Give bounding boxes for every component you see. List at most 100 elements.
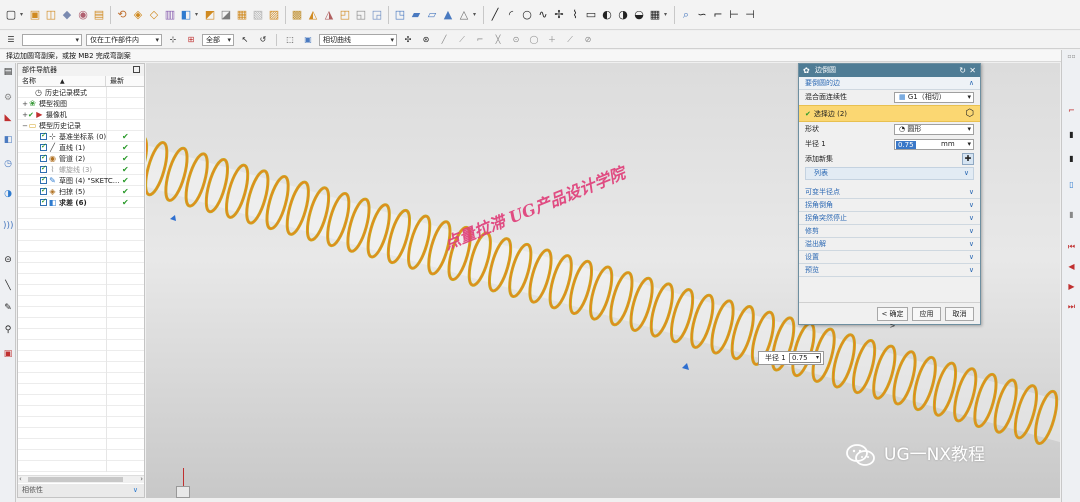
list-section[interactable]: 列表 ∨	[805, 167, 974, 180]
tree-node[interactable]: ⌇ 螺旋线 (3) ✔	[18, 164, 144, 175]
project-curve-icon[interactable]: ◐	[600, 7, 614, 23]
radius-input[interactable]: 0.75 mm ▾	[894, 139, 974, 150]
scroll-thumb[interactable]	[28, 477, 123, 482]
add-new-set-button[interactable]: ✚	[962, 153, 974, 165]
reuse-library-tab-icon[interactable]: ◧	[3, 135, 13, 145]
pan-icon[interactable]: ▯	[1067, 180, 1076, 190]
curve-rule-select[interactable]: 相切曲线	[319, 33, 397, 46]
manufacturing-tab-icon[interactable]: ▣	[3, 349, 13, 359]
last-frame-icon[interactable]: ⏭	[1067, 302, 1076, 312]
scroll-right-icon[interactable]: ›	[140, 475, 143, 483]
cancel-button[interactable]: 取消	[945, 307, 974, 321]
menu-icon[interactable]: ☰	[4, 32, 18, 48]
extrude-icon[interactable]: ▤	[92, 7, 106, 23]
web-tab-icon[interactable]: )))	[3, 221, 14, 231]
sync-move-icon[interactable]: ◳	[393, 7, 407, 23]
tree-node[interactable]: ◉管道 (2) ✔	[18, 153, 144, 164]
tree-node[interactable]: ◈扫掠 (5) ✔	[18, 186, 144, 197]
maximize-icon[interactable]	[133, 66, 140, 73]
visibility-checkbox[interactable]	[40, 186, 47, 195]
collapsed-section[interactable]: 拐角倒角 ∨	[799, 199, 980, 212]
sew-icon[interactable]: ◱	[354, 7, 368, 23]
tree-node[interactable]: + ✔ ▶ 摄像机	[18, 109, 144, 120]
mirror-icon[interactable]: ◭	[306, 7, 320, 23]
snap-intersect-icon[interactable]: ╳	[491, 32, 505, 48]
prev-frame-icon[interactable]: ◀	[1067, 262, 1076, 272]
shell-icon[interactable]: ▦	[235, 7, 249, 23]
arc-icon[interactable]: ◜	[504, 7, 518, 23]
snap-on-face-icon[interactable]: ⊘	[581, 32, 595, 48]
rotate-icon[interactable]: ▮	[1067, 210, 1076, 220]
spline-icon[interactable]: ∿	[536, 7, 550, 23]
unite-icon[interactable]: ▥	[163, 7, 177, 23]
snap-mid-icon[interactable]: ⟋	[455, 32, 469, 48]
visibility-checkbox[interactable]	[40, 142, 47, 151]
zoom-icon[interactable]: ▮	[1067, 154, 1076, 164]
block-icon[interactable]: ▣	[28, 7, 42, 23]
helix-tool-icon[interactable]: ⌇	[568, 7, 582, 23]
snap-control-icon[interactable]: ⌐	[473, 32, 487, 48]
apply-button[interactable]: 应用	[912, 307, 941, 321]
filter-icon[interactable]: ↖	[238, 32, 252, 48]
follow-fillet-icon[interactable]: ⊛	[419, 32, 433, 48]
section-icon[interactable]: ⊣	[743, 7, 757, 23]
view-triad-icon[interactable]: ⌐	[1067, 106, 1076, 116]
offset-region-icon[interactable]: ▱	[425, 7, 439, 23]
history-tab-icon[interactable]: ◷	[3, 159, 13, 169]
palette-tab-icon[interactable]: ✎	[3, 303, 13, 313]
trim-body-icon[interactable]: ▨	[267, 7, 281, 23]
boss-icon[interactable]: ◇	[147, 7, 161, 23]
visibility-checkbox[interactable]	[40, 197, 47, 206]
draft-icon[interactable]: ▧	[251, 7, 265, 23]
collapsed-section[interactable]: 溢出解 ∨	[799, 238, 980, 251]
reset-icon[interactable]: ↻	[959, 64, 966, 77]
offset-face-icon[interactable]: ◮	[322, 7, 336, 23]
circle-icon[interactable]: ○	[520, 7, 534, 23]
visibility-checkbox[interactable]	[40, 131, 47, 140]
snap-quadrant-icon[interactable]: ◯	[527, 32, 541, 48]
callout-radius-input[interactable]: 0.75	[789, 353, 821, 363]
tree-node[interactable]: − ▭ 模型历史记录	[18, 120, 144, 131]
select-edge-row[interactable]: ✔ 选择边 (2) ⬡	[799, 105, 980, 122]
hole-icon[interactable]: ◈	[131, 7, 145, 23]
tree-node[interactable]: ╱ 直线 (1) ✔	[18, 142, 144, 153]
chevron-down-icon[interactable]: ▾	[967, 140, 971, 149]
tree-node[interactable]: ✎草图 (4) "SKETC...✔	[18, 175, 144, 186]
assembly-navigator-tab-icon[interactable]: ⚙	[3, 93, 13, 103]
intersect-curve-icon[interactable]: ◑	[616, 7, 630, 23]
edge-blend-icon[interactable]: ◩	[203, 7, 217, 23]
collapsed-section[interactable]: 设置 ∨	[799, 251, 980, 264]
web-browser-tab-icon[interactable]: ◑	[3, 189, 13, 199]
cylinder-icon[interactable]: ◫	[44, 7, 58, 23]
thicken-icon[interactable]: ◰	[338, 7, 352, 23]
cone-icon[interactable]: ◆	[60, 7, 74, 23]
resize-blend-icon[interactable]: △	[457, 7, 471, 23]
line-icon[interactable]: ╱	[488, 7, 502, 23]
lasso-icon[interactable]: ⬚	[283, 32, 297, 48]
bridge-curve-icon[interactable]: ▦	[648, 7, 662, 23]
dialog-title-bar[interactable]: ✿ 边倒圆 ↻ ✕	[799, 64, 980, 77]
shape-select[interactable]: ◔ 圆形	[894, 124, 974, 135]
revolve-icon[interactable]: ⟲	[115, 7, 129, 23]
tree-node[interactable]: ◧求差 (6) ✔	[18, 197, 144, 208]
continuity-select[interactable]: ▦ G1（相切）	[894, 92, 974, 103]
collapsed-section[interactable]: 修剪 ∨	[799, 225, 980, 238]
tree-node[interactable]: ◷ 历史记录模式	[18, 87, 144, 98]
snap-existing-icon[interactable]: ＋	[545, 32, 559, 48]
measure-icon[interactable]: ⊢	[727, 7, 741, 23]
gear-icon[interactable]: ✿	[803, 64, 810, 77]
analysis-icon[interactable]: ⌕	[679, 7, 693, 23]
deviation-icon[interactable]: ⌐	[711, 7, 725, 23]
snap-on-curve-icon[interactable]: ⟋	[563, 32, 577, 48]
snap-end-icon[interactable]: ╱	[437, 32, 451, 48]
type-filter-select[interactable]	[22, 33, 82, 46]
first-frame-icon[interactable]: ⏮	[1067, 242, 1076, 252]
sphere-icon[interactable]: ◉	[76, 7, 90, 23]
tree-node[interactable]: + ❀ 模型视图	[18, 98, 144, 109]
column-latest[interactable]: 最新	[106, 76, 144, 86]
next-frame-icon[interactable]: ▶	[1067, 282, 1076, 292]
close-icon[interactable]: ✕	[969, 64, 976, 77]
face-rule-icon[interactable]: ▣	[301, 32, 315, 48]
system-scene-tab-icon[interactable]: ╲	[3, 281, 13, 291]
curve-analysis-icon[interactable]: ∽	[695, 7, 709, 23]
